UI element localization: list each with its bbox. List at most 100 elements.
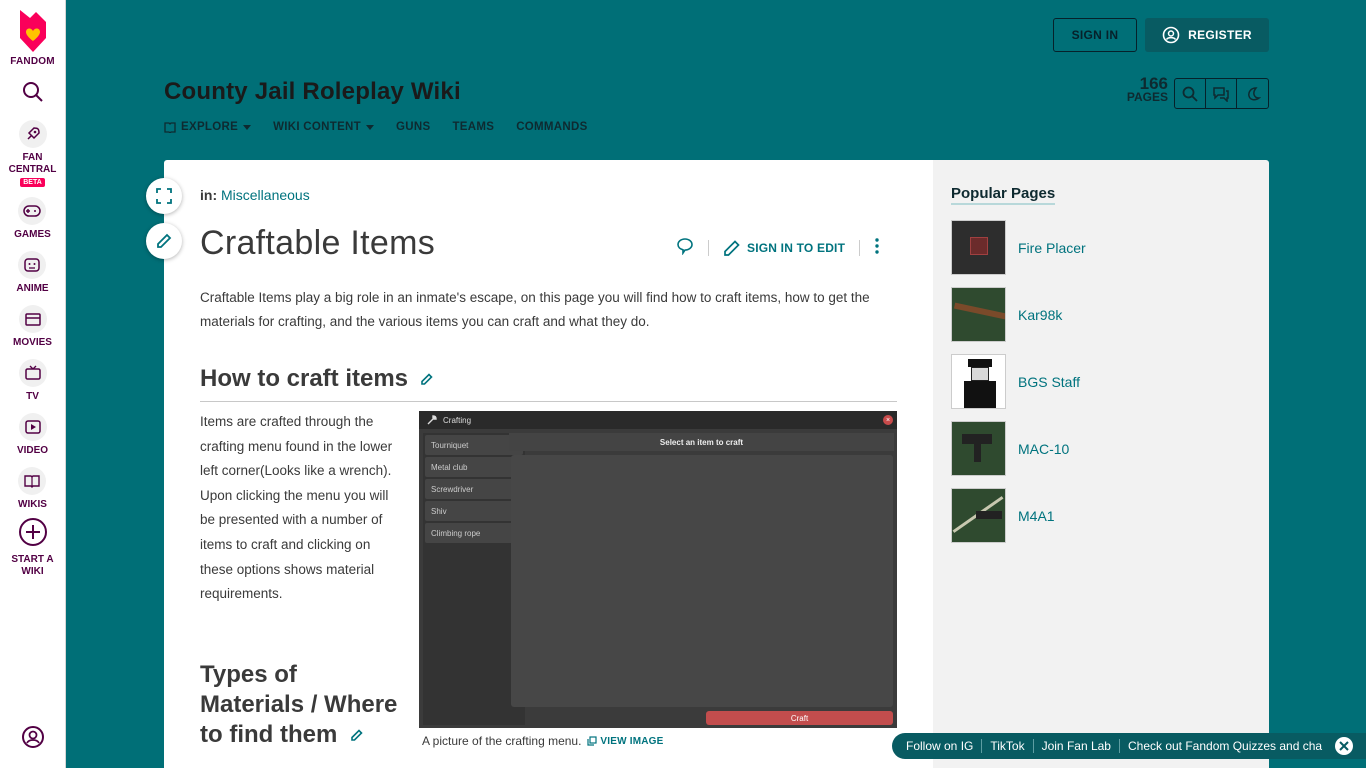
caret-down-icon — [366, 124, 374, 130]
crafting-menu-image[interactable]: Crafting × Tourniquet Metal club Screwdr… — [419, 411, 897, 728]
select-item-prompt: Select an item to craft — [509, 433, 894, 451]
social-follow-bar: Follow on IG TikTok Join Fan Lab Check o… — [892, 733, 1366, 759]
sign-in-button[interactable]: SIGN IN — [1053, 18, 1137, 52]
nav-guns[interactable]: GUNS — [396, 121, 430, 133]
popular-page-link[interactable]: MAC-10 — [1018, 441, 1069, 457]
wiki-title[interactable]: County Jail Roleplay Wiki — [164, 78, 461, 106]
global-search-button[interactable] — [22, 81, 44, 108]
popular-page-thumbnail — [951, 354, 1006, 409]
pages-counter: 166 PAGES — [1118, 74, 1168, 104]
nav-explore-label: EXPLORE — [181, 121, 239, 133]
gallery-icon — [587, 736, 598, 746]
crafting-detail-panel — [511, 455, 893, 707]
quizzes-link[interactable]: Check out Fandom Quizzes and cha — [1120, 739, 1330, 753]
crafting-window-titlebar: Crafting — [419, 411, 897, 429]
pencil-icon — [157, 233, 172, 248]
popular-page-thumbnail — [951, 421, 1006, 476]
follow-bar-close-button[interactable] — [1335, 737, 1353, 755]
fandom-label: FANDOM — [10, 56, 55, 67]
close-icon — [1339, 741, 1349, 751]
nav-start-wiki[interactable]: START A WIKI — [11, 517, 54, 578]
edit-floating-button[interactable] — [146, 223, 182, 259]
popular-page-item[interactable]: BGS Staff — [951, 354, 1251, 409]
nav-wiki-content[interactable]: WIKI CONTENT — [273, 121, 374, 133]
crafting-window-title: Crafting — [443, 415, 472, 425]
divider — [708, 240, 709, 256]
sign-in-to-edit-button[interactable]: SIGN IN TO EDIT — [723, 239, 845, 257]
expand-content-button[interactable] — [146, 178, 182, 214]
nav-label-fan-central: FAN CENTRAL — [8, 152, 57, 175]
crafting-item: Climbing rope — [425, 523, 523, 543]
nav-label-video: VIDEO — [16, 445, 49, 456]
popular-page-item[interactable]: Kar98k — [951, 287, 1251, 342]
sign-in-to-edit-label: SIGN IN TO EDIT — [747, 241, 846, 255]
section-heading-label: How to craft items — [200, 365, 409, 392]
comments-button[interactable] — [676, 237, 694, 260]
moon-icon — [1247, 86, 1261, 100]
image-caption: A picture of the crafting menu. VIEW IMA… — [422, 734, 664, 748]
clapperboard-icon — [18, 305, 47, 333]
rocket-icon — [18, 120, 47, 148]
nav-tv[interactable]: TV — [18, 359, 47, 403]
view-image-label: VIEW IMAGE — [600, 735, 664, 747]
popular-page-item[interactable]: Fire Placer — [951, 220, 1251, 275]
caret-down-icon — [243, 124, 252, 130]
nav-anime[interactable]: ANIME — [16, 251, 49, 295]
nav-fan-central[interactable]: FAN CENTRAL BETA — [8, 120, 57, 187]
search-icon — [22, 82, 43, 102]
register-button[interactable]: REGISTER — [1145, 18, 1269, 52]
nav-video[interactable]: VIDEO — [17, 413, 48, 457]
nav-wikis[interactable]: WIKIS — [18, 467, 47, 511]
user-circle-icon — [22, 726, 44, 748]
user-circle-icon — [1162, 26, 1180, 44]
popular-page-link[interactable]: Kar98k — [1018, 307, 1062, 323]
more-actions-button[interactable] — [874, 237, 880, 260]
nav-games[interactable]: GAMES — [14, 197, 51, 241]
discussions-button[interactable] — [1206, 79, 1237, 108]
plus-circle-icon — [18, 517, 48, 552]
kebab-menu-icon — [875, 237, 879, 254]
view-image-link[interactable]: VIEW IMAGE — [587, 736, 663, 747]
intro-paragraph: Craftable Items play a big role in an in… — [200, 290, 870, 329]
gamepad-icon — [18, 197, 47, 225]
popular-page-item[interactable]: MAC-10 — [951, 421, 1251, 476]
popular-page-link[interactable]: BGS Staff — [1018, 374, 1080, 390]
pages-count-label: PAGES — [1126, 90, 1168, 104]
nav-teams[interactable]: TEAMS — [452, 121, 494, 133]
popular-page-item[interactable]: M4A1 — [951, 488, 1251, 543]
breadcrumb-prefix: in: — [200, 187, 218, 203]
crafting-item: Shiv — [425, 501, 523, 521]
follow-ig-link[interactable]: Follow on IG — [906, 739, 983, 753]
popular-page-link[interactable]: Fire Placer — [1018, 240, 1086, 256]
pages-count-number: 166 — [1139, 74, 1168, 93]
fandom-logo[interactable]: FANDOM — [10, 8, 55, 67]
global-nav: FANDOM FAN CENTRAL BETA GAMES ANIME MOVIE… — [0, 0, 66, 768]
anime-icon — [18, 251, 47, 279]
nav-label-tv: TV — [26, 391, 39, 402]
nav-label-wikis: WIKIS — [18, 499, 47, 510]
join-fan-lab-link[interactable]: Join Fan Lab — [1034, 739, 1120, 753]
wrench-icon — [427, 415, 437, 425]
play-icon — [18, 413, 47, 441]
theme-toggle-button[interactable] — [1237, 79, 1268, 108]
section-heading-materials: Types of Materials / Where to find them — [200, 660, 400, 750]
register-label: REGISTER — [1188, 28, 1252, 42]
tv-icon — [18, 359, 47, 387]
popular-page-link[interactable]: M4A1 — [1018, 508, 1055, 524]
popular-pages-heading: Popular Pages — [951, 185, 1056, 205]
nav-explore[interactable]: EXPLORE — [164, 121, 252, 133]
book-icon — [18, 467, 47, 495]
pencil-icon[interactable] — [420, 372, 434, 386]
search-icon — [1182, 86, 1198, 102]
pencil-icon[interactable] — [350, 728, 364, 742]
book-open-icon — [164, 121, 176, 133]
nav-label-movies: MOVIES — [13, 337, 52, 348]
follow-tiktok-link[interactable]: TikTok — [982, 739, 1034, 753]
page-actions: SIGN IN TO EDIT — [676, 237, 880, 260]
breadcrumb-category-link[interactable]: Miscellaneous — [221, 187, 310, 203]
nav-commands[interactable]: COMMANDS — [516, 121, 587, 133]
wiki-search-button[interactable] — [1175, 79, 1206, 108]
nav-movies[interactable]: MOVIES — [13, 305, 52, 349]
popular-page-thumbnail — [951, 220, 1006, 275]
user-account-button[interactable] — [21, 725, 45, 754]
